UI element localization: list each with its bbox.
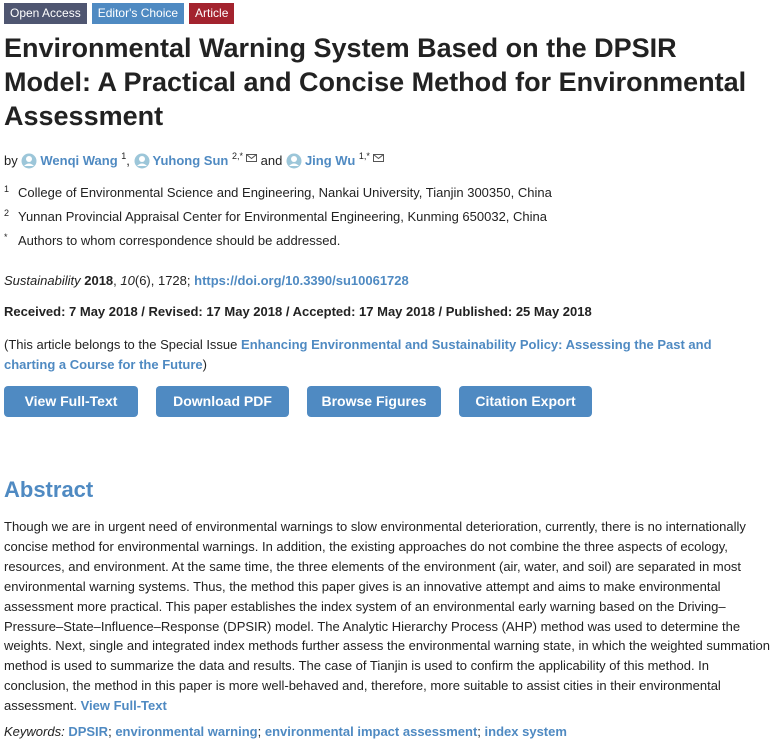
citation-issue-pages: (6), 1728; (134, 273, 191, 288)
article-type-badge: Article (189, 3, 235, 24)
author-affiliation-sup: 2,* (231, 151, 243, 161)
keyword-link[interactable]: environmental impact assessment (265, 724, 477, 739)
author-list: by Wenqi Wang 1, Yuhong Sun 2,* and Jing… (4, 150, 384, 169)
article-page: Open Access Editor's Choice Article Envi… (0, 0, 777, 745)
special-issue-prefix: (This article belongs to the Special Iss… (4, 337, 238, 352)
article-badges: Open Access Editor's Choice Article (4, 3, 235, 24)
author-icon (21, 153, 37, 169)
keywords-line: Keywords: DPSIR; environmental warning; … (4, 724, 567, 739)
author-link[interactable]: Wenqi Wang (40, 153, 117, 168)
affiliation-text: Authors to whom correspondence should be… (18, 233, 341, 248)
envelope-icon[interactable] (246, 150, 257, 162)
author-icon (286, 153, 302, 169)
author-affiliation-sup: 1,* (358, 151, 370, 161)
article-title: Environmental Warning System Based on th… (4, 33, 747, 131)
publication-dates: Received: 7 May 2018 / Revised: 17 May 2… (4, 304, 592, 319)
author-icon (134, 153, 150, 169)
doi-link[interactable]: https://doi.org/10.3390/su10061728 (194, 273, 409, 288)
abstract-body: Though we are in urgent need of environm… (4, 519, 770, 714)
affiliation-number: 2 (4, 208, 10, 218)
author-link[interactable]: Yuhong Sun (153, 153, 229, 168)
affiliation-item: * Authors to whom correspondence should b… (4, 232, 340, 248)
and-label: and (260, 153, 283, 168)
special-issue-suffix: ) (202, 357, 207, 372)
citation-volume: 10 (120, 273, 135, 288)
article-action-buttons: View Full-Text Download PDF Browse Figur… (4, 386, 592, 417)
keywords-label: Keywords: (4, 724, 65, 739)
affiliation-number: * (4, 232, 8, 242)
abstract-text: Though we are in urgent need of environm… (4, 517, 774, 716)
open-access-badge[interactable]: Open Access (4, 3, 87, 24)
keyword-link[interactable]: index system (485, 724, 567, 739)
affiliation-text: Yunnan Provincial Appraisal Center for E… (18, 209, 547, 224)
by-label: by (4, 153, 18, 168)
abstract-heading: Abstract (4, 477, 94, 502)
view-full-text-button[interactable]: View Full-Text (4, 386, 138, 417)
keyword-link[interactable]: environmental warning (115, 724, 257, 739)
author-link[interactable]: Jing Wu (305, 153, 355, 168)
affiliation-item: 1 College of Environmental Science and En… (4, 184, 552, 200)
special-issue-note: (This article belongs to the Special Iss… (4, 335, 754, 375)
affiliation-number: 1 (4, 184, 10, 194)
affiliation-text: College of Environmental Science and Eng… (18, 185, 552, 200)
keyword-link[interactable]: DPSIR (68, 724, 108, 739)
envelope-icon[interactable] (372, 150, 384, 162)
citation-year: 2018 (84, 273, 114, 288)
download-pdf-button[interactable]: Download PDF (156, 386, 289, 417)
affiliation-item: 2 Yunnan Provincial Appraisal Center for … (4, 208, 547, 224)
browse-figures-button[interactable]: Browse Figures (307, 386, 441, 417)
citation-line: Sustainability 2018, 10(6), 1728; https:… (4, 273, 409, 288)
journal-name: Sustainability (4, 273, 81, 288)
abstract-view-full-text-link[interactable]: View Full-Text (81, 698, 167, 713)
citation-export-button[interactable]: Citation Export (459, 386, 592, 417)
editors-choice-badge[interactable]: Editor's Choice (91, 3, 185, 24)
